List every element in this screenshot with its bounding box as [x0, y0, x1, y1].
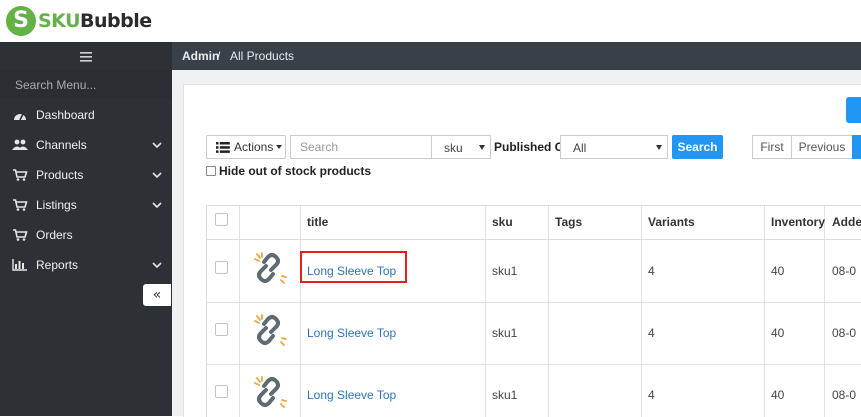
- logo[interactable]: S SKUBubble: [6, 6, 152, 36]
- sidebar-nav: Dashboard Channels Products Listings Ord…: [0, 100, 172, 280]
- sidebar-item-label: Products: [36, 168, 84, 182]
- sidebar-item-channels[interactable]: Channels: [0, 130, 172, 160]
- cart-icon: [12, 199, 28, 211]
- product-added: 08-0: [832, 326, 857, 340]
- caret-down-icon: [656, 145, 662, 150]
- product-sku: sku1: [492, 264, 518, 278]
- product-inventory: 40: [771, 388, 785, 402]
- broken-link-icon: [251, 376, 289, 413]
- column-divider: [548, 206, 549, 417]
- breadcrumb-separator: /: [217, 49, 221, 63]
- chevron-down-icon: [152, 139, 162, 149]
- column-divider: [641, 206, 642, 417]
- actions-label: Actions: [234, 140, 274, 154]
- sidebar-item-products[interactable]: Products: [0, 160, 172, 190]
- search-field-select-value: sku: [444, 141, 463, 155]
- logo-mark-letter: S: [13, 8, 29, 33]
- hide-out-of-stock-label: Hide out of stock products: [219, 164, 372, 178]
- highlight-box: [300, 251, 407, 283]
- sidebar-item-listings[interactable]: Listings: [0, 190, 172, 220]
- product-added: 08-0: [832, 388, 857, 402]
- column-header-added[interactable]: Adde: [832, 206, 861, 239]
- hamburger-icon[interactable]: [0, 42, 172, 70]
- bar-chart-icon: [12, 259, 28, 271]
- caret-down-icon: [479, 145, 485, 150]
- product-inventory: 40: [771, 264, 785, 278]
- broken-link-icon: [251, 314, 289, 351]
- cart-icon: [12, 229, 28, 241]
- product-sku: sku1: [492, 326, 518, 340]
- cart-icon: [12, 169, 28, 181]
- sidebar-item-label: Channels: [36, 138, 87, 152]
- row-checkbox[interactable]: [215, 261, 228, 274]
- collapse-sidebar-button[interactable]: «: [143, 284, 171, 306]
- chevron-down-icon: [152, 259, 162, 269]
- product-added: 08-0: [832, 264, 857, 278]
- select-all-checkbox[interactable]: [215, 213, 228, 226]
- dashboard-icon: [12, 109, 28, 121]
- product-variants: 4: [648, 264, 655, 278]
- product-inventory: 40: [771, 326, 785, 340]
- sidebar-item-orders[interactable]: Orders: [0, 220, 172, 250]
- pager-previous-button[interactable]: Previous: [791, 135, 853, 159]
- search-input[interactable]: [290, 135, 432, 159]
- column-header-variants[interactable]: Variants: [648, 206, 695, 239]
- list-icon: [216, 141, 230, 153]
- hide-out-of-stock-option[interactable]: Hide out of stock products: [206, 164, 371, 178]
- row-checkbox[interactable]: [215, 323, 228, 336]
- pager-first-button[interactable]: First: [752, 135, 792, 159]
- column-header-sku[interactable]: sku: [492, 206, 513, 239]
- column-header-title[interactable]: title: [307, 206, 328, 239]
- column-divider: [300, 206, 301, 417]
- hide-out-of-stock-checkbox[interactable]: [206, 166, 216, 176]
- product-variants: 4: [648, 388, 655, 402]
- sidebar-item-dashboard[interactable]: Dashboard: [0, 100, 172, 130]
- sidebar-item-reports[interactable]: Reports: [0, 250, 172, 280]
- logo-text: SKUBubble: [38, 10, 152, 32]
- actions-dropdown[interactable]: Actions: [206, 135, 286, 159]
- logo-text-sku: SKU: [38, 10, 81, 32]
- broken-link-icon: [251, 252, 289, 289]
- breadcrumb: Admin / All Products: [172, 42, 861, 70]
- column-divider: [239, 206, 240, 417]
- column-divider: [485, 206, 486, 417]
- sidebar-item-label: Orders: [36, 228, 73, 242]
- product-sku: sku1: [492, 388, 518, 402]
- logo-text-bubble: Bubble: [80, 10, 152, 32]
- row-divider: [207, 239, 861, 240]
- product-title-link[interactable]: Long Sleeve Top: [307, 326, 396, 340]
- product-title-link[interactable]: Long Sleeve Top: [307, 388, 396, 402]
- column-divider: [764, 206, 765, 417]
- users-icon: [12, 139, 28, 151]
- sidebar-item-label: Listings: [36, 198, 77, 212]
- breadcrumb-current: All Products: [230, 49, 295, 63]
- products-table: title sku Tags Variants Inventory Adde L…: [206, 205, 861, 417]
- sidebar-search-input[interactable]: [13, 72, 167, 98]
- row-divider: [207, 302, 861, 303]
- row-checkbox[interactable]: [215, 385, 228, 398]
- published-on-select[interactable]: All: [560, 135, 668, 159]
- row-divider: [207, 364, 861, 365]
- published-on-select-value: All: [573, 141, 587, 155]
- top-bar: S SKUBubble: [0, 0, 861, 42]
- breadcrumb-root[interactable]: Admin: [182, 49, 219, 63]
- sidebar-search: [0, 70, 172, 98]
- pager-current-page[interactable]: [852, 135, 861, 159]
- chevron-down-icon: [152, 199, 162, 209]
- search-button[interactable]: Search: [672, 135, 723, 159]
- logo-mark: S: [6, 6, 36, 36]
- sidebar: Dashboard Channels Products Listings: [0, 42, 172, 416]
- product-variants: 4: [648, 326, 655, 340]
- add-product-button[interactable]: [846, 97, 861, 123]
- search-field-select[interactable]: sku: [431, 135, 491, 159]
- column-header-tags[interactable]: Tags: [555, 206, 582, 239]
- caret-down-icon: [276, 145, 283, 149]
- column-header-inventory[interactable]: Inventory: [771, 206, 825, 239]
- sidebar-item-label: Reports: [36, 258, 79, 272]
- chevron-down-icon: [152, 169, 162, 179]
- sidebar-item-label: Dashboard: [36, 108, 95, 122]
